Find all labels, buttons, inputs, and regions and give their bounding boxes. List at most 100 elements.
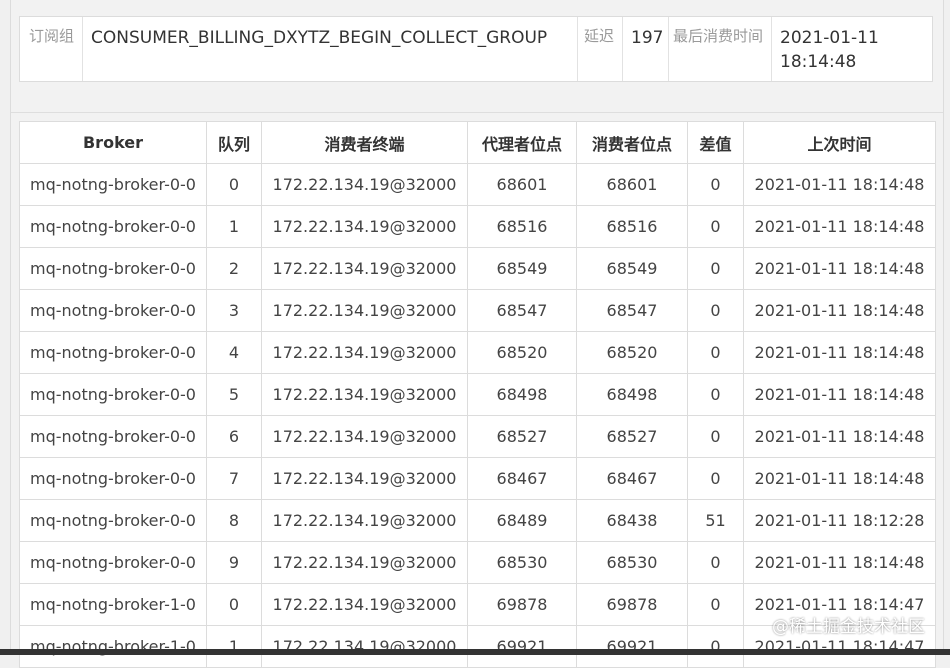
table-row: mq-notng-broker-0-0 4 172.22.134.19@32000 6… <box>19 331 936 374</box>
queue-cell: 7 <box>206 457 262 500</box>
broker-offset-cell: 68601 <box>467 163 577 206</box>
broker-offset-cell: 69878 <box>467 583 577 626</box>
broker-offset-cell: 68547 <box>467 289 577 332</box>
diff-cell: 0 <box>687 205 744 248</box>
header-broker-offset: 代理者位点 <box>467 121 577 164</box>
last-time-cell: 2021-01-11 18:12:28 <box>743 499 936 542</box>
consumer-offset-cell: 68498 <box>576 373 688 416</box>
queue-cell: 4 <box>206 331 262 374</box>
last-time-cell: 2021-01-11 18:14:48 <box>743 205 936 248</box>
diff-cell: 51 <box>687 499 744 542</box>
queue-cell: 0 <box>206 583 262 626</box>
diff-cell: 0 <box>687 163 744 206</box>
header-last-time: 上次时间 <box>743 121 936 164</box>
delay-label: 延迟 <box>577 17 622 81</box>
consumer-offset-cell: 68516 <box>576 205 688 248</box>
consumer-client-cell: 172.22.134.19@32000 <box>261 331 468 374</box>
broker-offset-cell: 69921 <box>467 625 577 668</box>
broker-offset-cell: 68467 <box>467 457 577 500</box>
last-time-cell: 2021-01-11 18:14:48 <box>743 415 936 458</box>
watermark: @稀土掘金技术社区 <box>772 617 925 637</box>
broker-cell: mq-notng-broker-0-0 <box>19 205 207 248</box>
header-consumer-offset: 消费者位点 <box>576 121 688 164</box>
last-time-cell: 2021-01-11 18:14:48 <box>743 289 936 332</box>
queue-offset-table: Broker 队列 消费者终端 代理者位点 消费者位点 差值 上次时间 mq-n… <box>19 121 936 668</box>
header-broker: Broker <box>19 121 207 164</box>
diff-cell: 0 <box>687 247 744 290</box>
queue-cell: 8 <box>206 499 262 542</box>
diff-cell: 0 <box>687 541 744 584</box>
broker-offset-cell: 68520 <box>467 331 577 374</box>
consumer-offset-cell: 69878 <box>576 583 688 626</box>
consumer-offset-cell: 68438 <box>576 499 688 542</box>
table-row: mq-notng-broker-0-0 7 172.22.134.19@32000 6… <box>19 457 936 500</box>
broker-offset-cell: 68498 <box>467 373 577 416</box>
broker-cell: mq-notng-broker-1-0 <box>19 625 207 668</box>
last-consume-time-value: 2021-01-11 18:14:48 <box>771 17 921 81</box>
broker-offset-cell: 68527 <box>467 415 577 458</box>
consumer-offset-cell: 68527 <box>576 415 688 458</box>
last-time-cell: 2021-01-11 18:14:48 <box>743 373 936 416</box>
queue-cell: 9 <box>206 541 262 584</box>
header-queue: 队列 <box>206 121 262 164</box>
last-time-cell: 2021-01-11 18:14:48 <box>743 541 936 584</box>
consumer-offset-cell: 68549 <box>576 247 688 290</box>
diff-cell: 0 <box>687 415 744 458</box>
group-value: CONSUMER_BILLING_DXYTZ_BEGIN_COLLECT_GRO… <box>82 17 577 81</box>
consumer-offset-cell: 68520 <box>576 331 688 374</box>
broker-cell: mq-notng-broker-0-0 <box>19 415 207 458</box>
last-time-cell: 2021-01-11 18:14:48 <box>743 163 936 206</box>
consumer-client-cell: 172.22.134.19@32000 <box>261 583 468 626</box>
diff-cell: 0 <box>687 625 744 668</box>
consumer-client-cell: 172.22.134.19@32000 <box>261 499 468 542</box>
queue-cell: 0 <box>206 163 262 206</box>
last-consume-time-label: 最后消费时间 <box>668 17 771 81</box>
consumer-client-cell: 172.22.134.19@32000 <box>261 415 468 458</box>
broker-offset-cell: 68489 <box>467 499 577 542</box>
consumer-client-cell: 172.22.134.19@32000 <box>261 541 468 584</box>
diff-cell: 0 <box>687 583 744 626</box>
queue-cell: 1 <box>206 625 262 668</box>
broker-offset-cell: 68549 <box>467 247 577 290</box>
consumer-client-cell: 172.22.134.19@32000 <box>261 457 468 500</box>
consumer-progress-panel: 订阅组 CONSUMER_BILLING_DXYTZ_BEGIN_COLLECT… <box>10 0 944 668</box>
consumer-offset-cell: 68547 <box>576 289 688 332</box>
last-time-cell: 2021-01-11 18:14:48 <box>743 457 936 500</box>
table-row: mq-notng-broker-0-0 2 172.22.134.19@32000 6… <box>19 247 936 290</box>
broker-offset-cell: 68530 <box>467 541 577 584</box>
broker-cell: mq-notng-broker-0-0 <box>19 163 207 206</box>
broker-cell: mq-notng-broker-0-0 <box>19 247 207 290</box>
consumer-client-cell: 172.22.134.19@32000 <box>261 289 468 332</box>
subscription-summary: 订阅组 CONSUMER_BILLING_DXYTZ_BEGIN_COLLECT… <box>19 16 933 82</box>
broker-offset-cell: 68516 <box>467 205 577 248</box>
section-divider <box>11 112 943 113</box>
last-time-cell: 2021-01-11 18:14:48 <box>743 331 936 374</box>
diff-cell: 0 <box>687 457 744 500</box>
consumer-offset-cell: 68601 <box>576 163 688 206</box>
delay-value: 197 <box>622 17 668 81</box>
broker-cell: mq-notng-broker-0-0 <box>19 289 207 332</box>
last-time-cell: 2021-01-11 18:14:48 <box>743 247 936 290</box>
queue-cell: 6 <box>206 415 262 458</box>
queue-cell: 1 <box>206 205 262 248</box>
table-header-row: Broker 队列 消费者终端 代理者位点 消费者位点 差值 上次时间 <box>19 121 936 164</box>
broker-cell: mq-notng-broker-0-0 <box>19 457 207 500</box>
consumer-offset-cell: 69921 <box>576 625 688 668</box>
table-row: mq-notng-broker-0-0 9 172.22.134.19@32000 6… <box>19 541 936 584</box>
consumer-client-cell: 172.22.134.19@32000 <box>261 625 468 668</box>
table-row: mq-notng-broker-0-0 3 172.22.134.19@32000 6… <box>19 289 936 332</box>
consumer-client-cell: 172.22.134.19@32000 <box>261 205 468 248</box>
bottom-edge-bar <box>0 649 950 655</box>
consumer-client-cell: 172.22.134.19@32000 <box>261 373 468 416</box>
queue-cell: 3 <box>206 289 262 332</box>
diff-cell: 0 <box>687 289 744 332</box>
consumer-client-cell: 172.22.134.19@32000 <box>261 247 468 290</box>
consumer-client-cell: 172.22.134.19@32000 <box>261 163 468 206</box>
consumer-offset-cell: 68467 <box>576 457 688 500</box>
broker-cell: mq-notng-broker-0-0 <box>19 331 207 374</box>
queue-cell: 2 <box>206 247 262 290</box>
group-label: 订阅组 <box>28 27 74 45</box>
diff-cell: 0 <box>687 331 744 374</box>
table-row: mq-notng-broker-0-0 8 172.22.134.19@32000 6… <box>19 499 936 542</box>
table-row: mq-notng-broker-0-0 5 172.22.134.19@32000 6… <box>19 373 936 416</box>
